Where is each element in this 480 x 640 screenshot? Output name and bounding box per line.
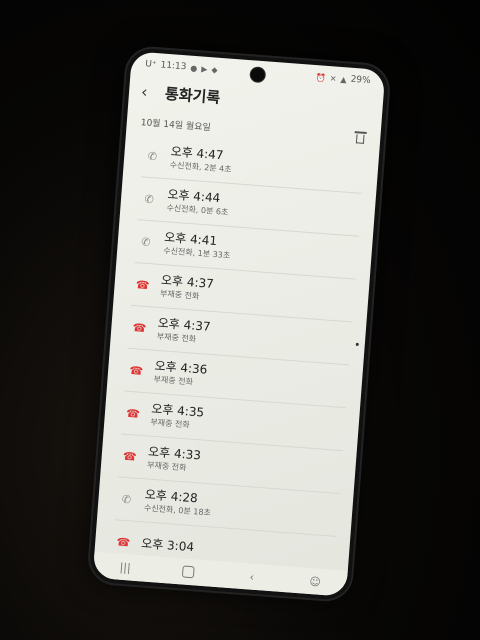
mute-icon: ✕ [329, 73, 337, 84]
front-camera [249, 66, 267, 84]
call-text: 오후 4:37 부재중 전화 [160, 273, 215, 303]
call-text: 오후 3:04 [141, 536, 195, 555]
location-icon: ◆ [211, 64, 218, 75]
alarm-icon: ⏰ [315, 72, 327, 83]
call-log-list: ✆ 오후 4:47 수신전화, 2분 4초 ✆ 오후 4:44 수신전화, 0분 6초 ✆ 오… [94, 133, 380, 581]
call-text: 오후 4:44 수신전화, 0분 6초 [166, 187, 230, 218]
home-button[interactable] [173, 565, 204, 579]
youtube-icon: ▶ [200, 63, 208, 74]
call-missed-icon: ☎ [128, 363, 144, 378]
call-missed-icon: ☎ [135, 277, 150, 292]
call-received-icon: ✆ [121, 492, 132, 506]
call-missed-icon: ☎ [122, 449, 138, 464]
status-right: ⏰ ✕ ▲ 29% [315, 72, 371, 87]
clock: 11:13 [160, 60, 187, 73]
call-received-icon: ✆ [147, 149, 158, 163]
back-button[interactable]: ‹ [236, 569, 267, 584]
recent-apps-button[interactable]: ||| [110, 560, 141, 575]
call-missed-icon: ☎ [125, 406, 141, 421]
call-missed-icon: ☎ [116, 534, 131, 549]
call-missed-icon: ☎ [132, 320, 147, 335]
signal-icon: ▲ [340, 74, 347, 84]
carrier-label: U⁺ [144, 59, 157, 71]
call-received-icon: ✆ [140, 234, 151, 249]
photo-background: U⁺ 11:13 ● ▶ ◆ ⏰ ✕ ▲ 29% ‹ 통화기록 10월 14일 … [0, 0, 480, 640]
call-text: 오후 4:35 부재중 전화 [150, 402, 205, 432]
trash-icon[interactable] [354, 130, 367, 145]
call-text: 오후 4:28 수신전화, 0분 18초 [144, 487, 213, 518]
back-arrow-icon[interactable]: ‹ [140, 82, 159, 102]
page-title: 통화기록 [164, 84, 221, 107]
call-text: 오후 4:33 부재중 전화 [147, 445, 202, 475]
call-text: 오후 4:37 부재중 전화 [156, 316, 212, 346]
call-text: 오후 4:41 수신전화, 1분 33초 [163, 230, 232, 261]
phone-screen: U⁺ 11:13 ● ▶ ◆ ⏰ ✕ ▲ 29% ‹ 통화기록 10월 14일 … [92, 51, 386, 597]
call-text: 오후 4:36 부재중 전화 [153, 359, 208, 389]
battery-label: 29% [350, 74, 371, 87]
call-time: 오후 3:04 [140, 535, 195, 554]
call-text: 오후 4:47 수신전화, 2분 4초 [169, 144, 233, 175]
message-icon: ● [190, 63, 198, 73]
accessibility-icon[interactable]: ☺ [300, 574, 331, 589]
call-received-icon: ✆ [144, 192, 155, 206]
phone-device: U⁺ 11:13 ● ▶ ◆ ⏰ ✕ ▲ 29% ‹ 통화기록 10월 14일 … [88, 46, 390, 602]
status-left: U⁺ 11:13 ● ▶ ◆ [145, 59, 218, 74]
date-label: 10월 14일 월요일 [140, 117, 212, 133]
